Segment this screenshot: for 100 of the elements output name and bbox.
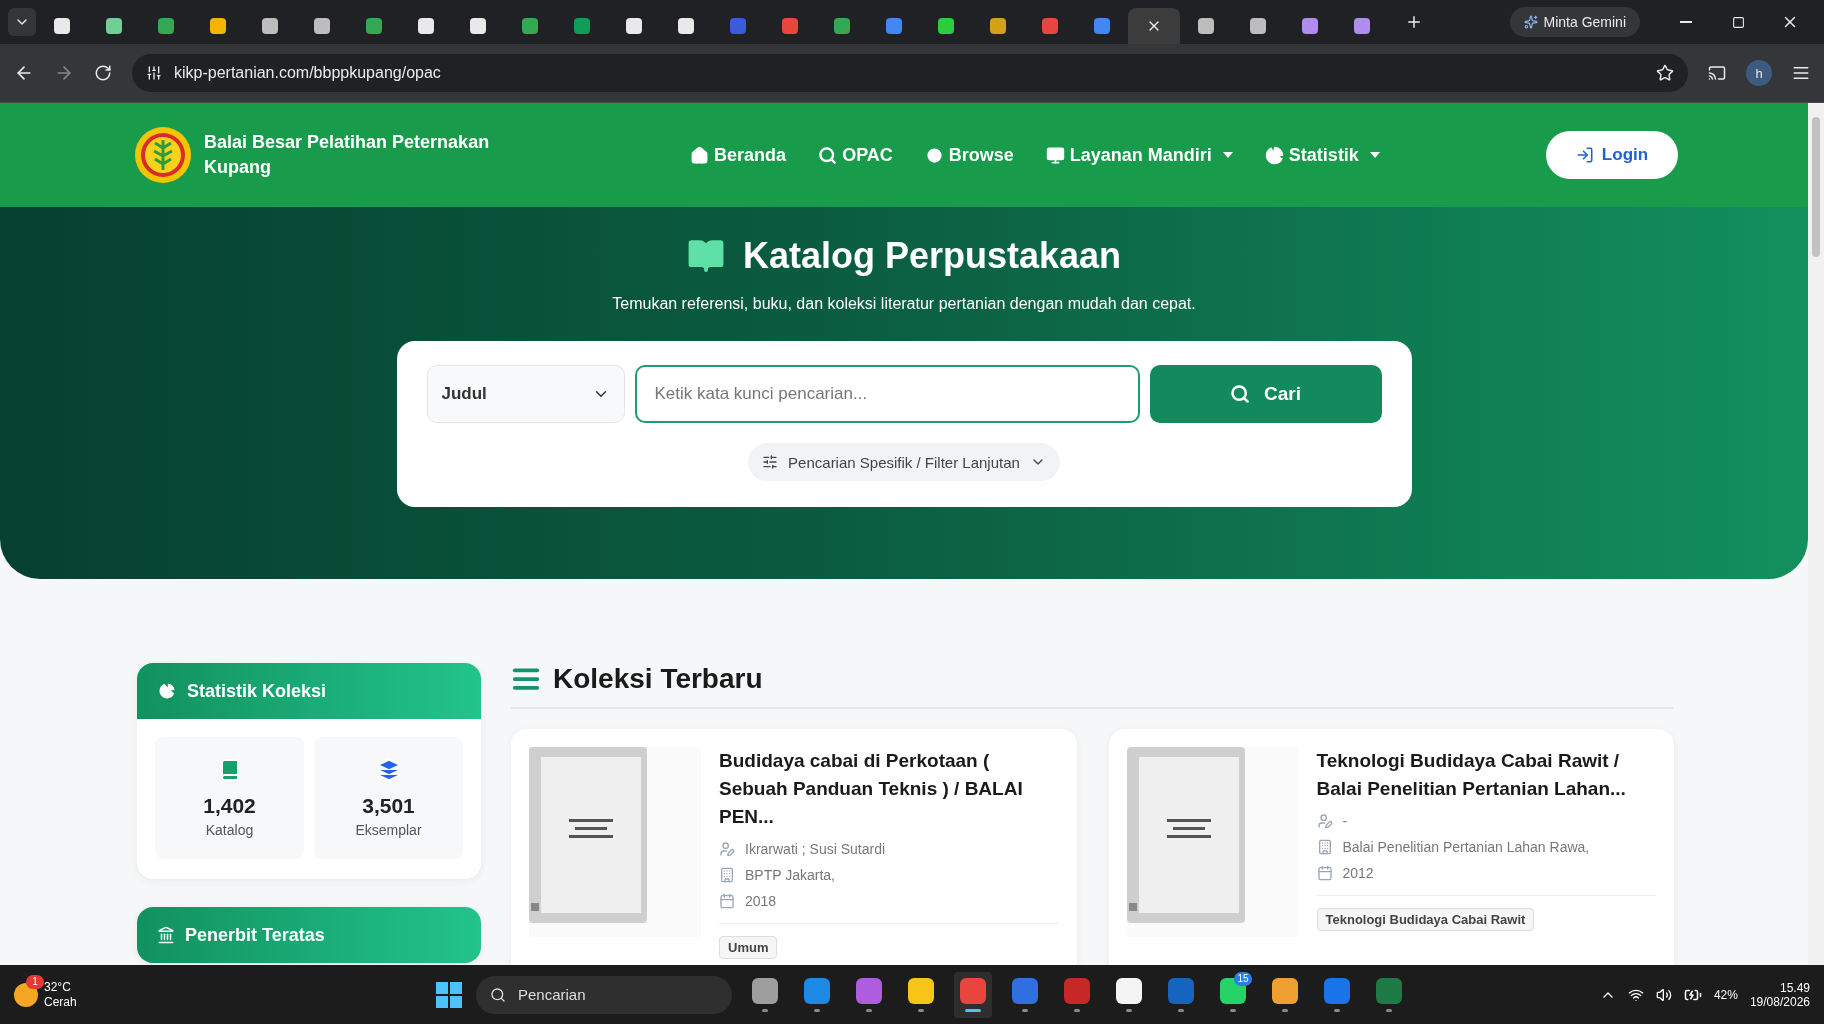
favicon-icon bbox=[158, 18, 174, 34]
profile-avatar[interactable]: h bbox=[1746, 60, 1772, 86]
favicon-icon bbox=[626, 18, 642, 34]
author-icon bbox=[719, 841, 735, 857]
search-field[interactable]: Ketik kata kunci pencarian... bbox=[634, 365, 1140, 423]
minimize-icon bbox=[1680, 21, 1692, 23]
nav-link[interactable]: Layanan Mandiri bbox=[1045, 144, 1233, 166]
app-icon bbox=[1324, 977, 1350, 1004]
favicon-icon bbox=[1250, 18, 1266, 34]
favicon-icon bbox=[990, 18, 1006, 34]
advanced-filter-button[interactable]: Pencarian Spesifik / Filter Lanjutan bbox=[748, 443, 1060, 481]
temperature: 32°C bbox=[44, 979, 72, 995]
stat-label: Eksemplar bbox=[355, 822, 422, 838]
clock[interactable]: 15.49 19/08/2026 bbox=[1749, 980, 1810, 1009]
search-icon bbox=[818, 145, 838, 165]
app-icon bbox=[1012, 977, 1038, 1004]
notification-badge: 15 bbox=[1234, 971, 1252, 986]
favicon-icon bbox=[834, 18, 850, 34]
favicon-icon bbox=[366, 18, 382, 34]
stat-value: 1,402 bbox=[203, 794, 256, 818]
subtitle: Temukan referensi, buku, dan koleksi literatur pertanian dengan mudah dan cepat. bbox=[612, 295, 1196, 313]
nav-link[interactable]: OPAC bbox=[818, 144, 893, 166]
field-select[interactable]: Judul bbox=[426, 365, 625, 423]
building-icon bbox=[1316, 839, 1333, 855]
notification-badge: 1 bbox=[26, 974, 44, 989]
favicon-icon bbox=[574, 18, 590, 34]
stat-value: 3,501 bbox=[362, 794, 415, 818]
monitor-icon bbox=[1045, 145, 1065, 165]
book-card[interactable]: Budidaya cabai di Perkotaan ( Sebuah Panduan Teknis ) / BALAI PEN... Ikrarwati ; Susi Sutardi BPTP Jakarta, 2018 Umum bbox=[511, 729, 1077, 965]
calendar-icon bbox=[1316, 865, 1333, 881]
logo-icon bbox=[134, 126, 192, 184]
brand-name: Balai Besar Pelatihan Peternakan Kupang bbox=[204, 131, 491, 179]
app-icon bbox=[960, 977, 986, 1004]
favicon-icon bbox=[262, 18, 278, 34]
site-info-icon bbox=[146, 65, 162, 81]
volume-icon[interactable] bbox=[1655, 986, 1672, 1003]
favicon-icon bbox=[418, 18, 434, 34]
login-icon bbox=[1575, 146, 1594, 164]
restore-icon bbox=[1731, 15, 1745, 29]
gemini-button[interactable]: Minta Gemini bbox=[1509, 7, 1640, 37]
building-icon bbox=[157, 926, 175, 944]
favicon-icon bbox=[678, 18, 694, 34]
reload-icon[interactable] bbox=[94, 64, 112, 82]
favicon-icon bbox=[1302, 18, 1318, 34]
app-icon bbox=[1116, 977, 1142, 1004]
pie-chart-icon bbox=[157, 681, 177, 701]
search-icon bbox=[490, 986, 506, 1003]
app-icon bbox=[1272, 977, 1298, 1004]
author-icon bbox=[1316, 813, 1333, 829]
search-icon bbox=[1230, 384, 1250, 404]
book-author: - bbox=[1342, 813, 1348, 829]
menu-icon[interactable] bbox=[1792, 64, 1810, 82]
taskbar-app[interactable]: 15 bbox=[1214, 971, 1252, 1018]
stat-label: Katalog bbox=[205, 822, 254, 838]
plus-icon bbox=[1405, 13, 1423, 31]
battery-percent: 42% bbox=[1713, 987, 1738, 1002]
pie-chart-icon bbox=[1264, 145, 1284, 165]
favicon-icon bbox=[314, 18, 330, 34]
favicon-icon bbox=[782, 18, 798, 34]
subject-tag: Teknologi Budidaya Cabai Rawit bbox=[1316, 908, 1535, 931]
start-icon[interactable] bbox=[436, 981, 462, 1008]
scrollbar[interactable] bbox=[1808, 103, 1824, 965]
favicon-icon bbox=[1094, 18, 1110, 34]
book-author: Ikrarwati ; Susi Sutardi bbox=[745, 841, 886, 857]
media-icon[interactable] bbox=[1708, 64, 1726, 82]
book-title[interactable]: Teknologi Budidaya Cabai Rawit / Balai Penelitian Pertanian Lahan... bbox=[1316, 747, 1656, 803]
address-bar[interactable]: kikp-pertanian.com/bbppkupang/opac bbox=[132, 54, 1688, 92]
building-icon bbox=[719, 867, 735, 883]
favicon-icon bbox=[106, 18, 122, 34]
favicon-icon bbox=[210, 18, 226, 34]
search-button[interactable]: Cari bbox=[1149, 365, 1382, 423]
app-icon bbox=[1168, 977, 1194, 1004]
nav-link[interactable]: Statistik bbox=[1264, 144, 1380, 166]
nav-link[interactable]: Browse bbox=[924, 144, 1014, 166]
favicon-icon bbox=[1042, 18, 1058, 34]
tab-list-button[interactable] bbox=[8, 8, 36, 36]
favicon-icon bbox=[522, 18, 538, 34]
taskbar-search[interactable]: Pencarian bbox=[476, 975, 732, 1014]
taskbar-app[interactable] bbox=[954, 971, 992, 1018]
bookmark-icon[interactable] bbox=[1656, 64, 1674, 82]
app-icon bbox=[752, 977, 778, 1004]
app-icon bbox=[908, 977, 934, 1004]
book-publisher: Balai Penelitian Pertanian Lahan Rawa, bbox=[1342, 839, 1590, 855]
section-heading: Koleksi Terbaru bbox=[511, 663, 1674, 709]
book-year: 2012 bbox=[1342, 865, 1374, 881]
book-title[interactable]: Budidaya cabai di Perkotaan ( Sebuah Panduan Teknis ) / BALAI PEN... bbox=[719, 747, 1059, 831]
book-year: 2018 bbox=[745, 893, 777, 909]
nav-link[interactable]: Beranda bbox=[690, 144, 787, 166]
login-button[interactable]: Login bbox=[1546, 131, 1678, 179]
app-icon bbox=[856, 977, 882, 1004]
book-card[interactable]: Teknologi Budidaya Cabai Rawit / Balai Penelitian Pertanian Lahan... - Balai Penelitian Pertanian Lahan Rawa, 2012 Teknologi Budidaya Cabai Rawit bbox=[1108, 729, 1674, 965]
url-text: kikp-pertanian.com/bbppkupang/opac bbox=[174, 64, 441, 82]
favicon-icon bbox=[1198, 18, 1214, 34]
favicon-icon bbox=[730, 18, 746, 34]
subject-tag: Umum bbox=[719, 936, 778, 959]
favicon-icon bbox=[1354, 18, 1370, 34]
calendar-icon bbox=[719, 893, 735, 909]
sparkle-icon bbox=[1523, 15, 1538, 29]
card-header: Penerbit Teratas bbox=[137, 907, 481, 963]
favicon-icon bbox=[54, 18, 70, 34]
